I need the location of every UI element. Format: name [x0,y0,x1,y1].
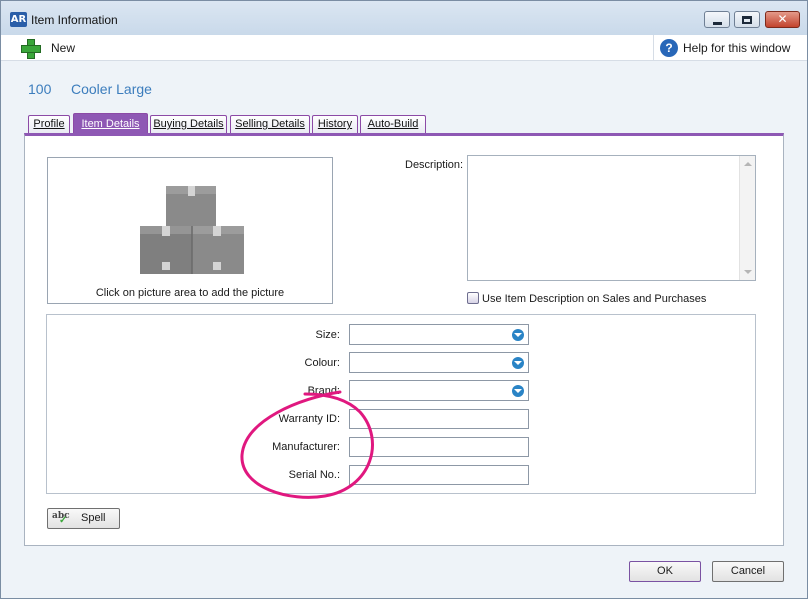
warranty-id-label: Warranty ID: [278,413,340,425]
help-label: Help for this window [683,41,791,55]
ok-button[interactable]: OK [629,561,701,582]
item-information-window: AR Item Information ✕ New ? Help for thi… [0,0,808,599]
custom-fields-box: Size: Colour: Brand: Warranty ID: Manufa… [46,314,756,494]
tab-buying-details[interactable]: Buying Details [150,115,227,134]
picture-area[interactable]: Click on picture area to add the picture [47,157,333,304]
scroll-down-icon[interactable] [744,270,752,274]
help-icon: ? [660,39,678,57]
description-textarea[interactable] [467,155,756,281]
brand-label: Brand: [307,385,340,397]
spell-button[interactable]: abc Spell [47,508,120,529]
brand-select[interactable] [349,380,529,401]
toolbar: New ? Help for this window [1,35,807,61]
use-description-checkbox[interactable] [467,292,479,304]
serial-no-label: Serial No.: [288,469,340,481]
tab-auto-build[interactable]: Auto-Build [360,115,426,134]
picture-caption: Click on picture area to add the picture [95,287,285,299]
cancel-button[interactable]: Cancel [712,561,784,582]
new-label: New [51,41,76,55]
manufacturer-input[interactable] [349,437,529,457]
spell-label: Spell [81,512,106,524]
item-name: Cooler Large [71,81,152,97]
manufacturer-label: Manufacturer: [272,441,340,453]
minimize-button[interactable] [704,11,730,28]
size-label: Size: [315,329,340,341]
window-title: Item Information [31,13,118,27]
dropdown-arrow-icon[interactable] [512,357,524,369]
tab-history[interactable]: History [312,115,358,134]
app-logo: AR [10,12,27,27]
item-number: 100 [28,81,52,97]
plus-icon [21,39,41,59]
scroll-up-icon[interactable] [744,162,752,166]
minimize-icon [712,21,722,25]
tab-selling-details[interactable]: Selling Details [230,115,310,134]
description-label: Description: [405,159,464,171]
serial-no-input[interactable] [349,465,529,485]
boxes-icon [140,186,244,274]
spellcheck-icon: abc [52,511,70,526]
colour-label: Colour: [304,357,340,369]
title-bar: AR Item Information ✕ [1,1,807,35]
dropdown-arrow-icon[interactable] [512,385,524,397]
warranty-id-input[interactable] [349,409,529,429]
dropdown-arrow-icon[interactable] [512,329,524,341]
new-button[interactable]: New [21,38,75,59]
help-button[interactable]: ? Help for this window [653,35,803,61]
tab-profile[interactable]: Profile [28,115,70,134]
close-icon: ✕ [777,12,788,26]
maximize-icon [742,15,752,24]
use-description-label: Use Item Description on Sales and Purcha… [482,293,707,305]
tab-item-details[interactable]: Item Details [73,113,148,134]
maximize-button[interactable] [734,11,760,28]
description-scrollbar[interactable] [739,156,755,280]
close-button[interactable]: ✕ [765,11,800,28]
size-select[interactable] [349,324,529,345]
colour-select[interactable] [349,352,529,373]
